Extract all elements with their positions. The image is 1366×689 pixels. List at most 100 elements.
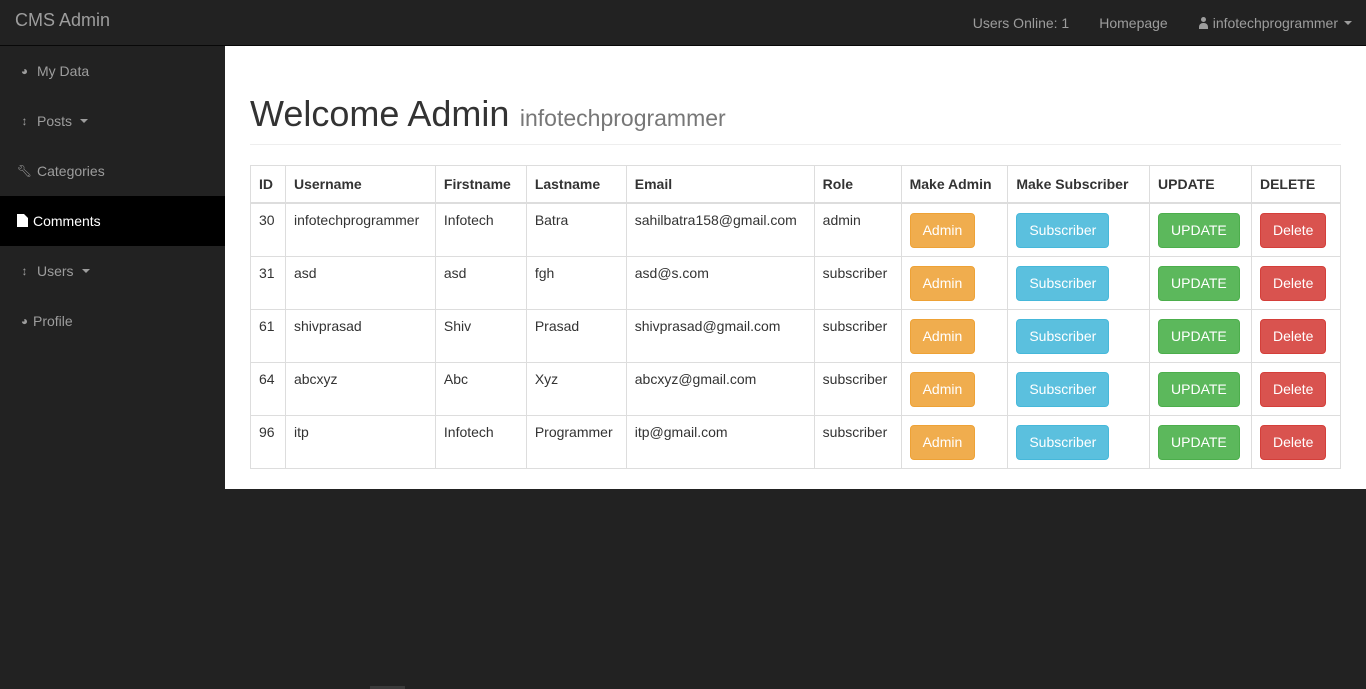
cell-role: subscriber (813, 308, 902, 363)
sidebar-item-categories[interactable]: 🔧︎ Categories (0, 146, 225, 196)
cell-lastname: Programmer (525, 414, 627, 469)
cell-update: UPDATE (1149, 308, 1252, 363)
table-row: 96 itp Infotech Programmer itp@gmail.com… (250, 414, 1342, 469)
user-icon (1198, 16, 1209, 29)
column-header-update: UPDATE (1149, 165, 1252, 204)
sidebar: ◕ My Data ↕ Posts 🔧︎ Categories Comments… (0, 46, 225, 346)
cell-username: shivprasad (284, 308, 436, 363)
cell-username: abcxyz (284, 361, 436, 416)
delete-button[interactable]: Delete (1259, 318, 1327, 354)
cell-firstname: Infotech (434, 414, 527, 469)
column-header-delete: DELETE (1250, 165, 1342, 204)
sidebar-item-label: Categories (37, 163, 105, 179)
cell-email: shivprasad@gmail.com (625, 308, 815, 363)
delete-button[interactable]: Delete (1259, 212, 1327, 248)
cell-username: infotechprogrammer (284, 202, 436, 257)
cell-username: itp (284, 414, 436, 469)
delete-button[interactable]: Delete (1259, 265, 1327, 301)
make-subscriber-button[interactable]: Subscriber (1016, 265, 1110, 301)
sidebar-item-users[interactable]: ↕ Users (0, 246, 225, 296)
cell-lastname: Prasad (525, 308, 627, 363)
update-button[interactable]: UPDATE (1158, 212, 1240, 248)
sidebar-item-my-data[interactable]: ◕ My Data (0, 46, 225, 96)
homepage-link[interactable]: Homepage (1084, 3, 1183, 43)
make-subscriber-button[interactable]: Subscriber (1016, 424, 1110, 460)
cell-role: subscriber (813, 361, 902, 416)
resize-vertical-icon: ↕ (21, 264, 28, 278)
cell-delete: Delete (1250, 308, 1342, 363)
cell-make-subscriber: Subscriber (1007, 255, 1151, 310)
dashboard-icon: ◕ (20, 314, 29, 328)
make-admin-button[interactable]: Admin (909, 371, 976, 407)
sidebar-item-label: Posts (37, 113, 73, 129)
cell-make-admin: Admin (900, 255, 1009, 310)
update-button[interactable]: UPDATE (1158, 318, 1240, 354)
users-online-indicator: Users Online: 1 (972, 14, 1070, 31)
cell-username: asd (284, 255, 436, 310)
cell-make-subscriber: Subscriber (1007, 361, 1151, 416)
file-icon (16, 213, 29, 229)
sidebar-item-label: Comments (33, 213, 101, 229)
cell-firstname: asd (434, 255, 527, 310)
column-header-make-admin: Make Admin (900, 165, 1009, 204)
table-row: 64 abcxyz Abc Xyz abcxyz@gmail.com subsc… (250, 361, 1342, 416)
cell-email: itp@gmail.com (625, 414, 815, 469)
delete-button[interactable]: Delete (1259, 424, 1327, 460)
column-header-lastname: Lastname (525, 165, 627, 204)
cell-lastname: Batra (525, 202, 627, 257)
update-button[interactable]: UPDATE (1158, 424, 1240, 460)
caret-down-icon (81, 269, 90, 273)
sidebar-item-profile[interactable]: ◕ Profile (0, 296, 225, 346)
file-icon-graphic (17, 213, 28, 227)
page-title: Welcome Admin (250, 93, 510, 134)
dashboard-icon: ◕ (20, 64, 29, 78)
cell-update: UPDATE (1149, 414, 1252, 469)
cell-id: 30 (250, 202, 286, 257)
cell-update: UPDATE (1149, 255, 1252, 310)
column-header-email: Email (625, 165, 815, 204)
cell-make-admin: Admin (900, 202, 1009, 257)
cell-role: admin (813, 202, 902, 257)
make-admin-button[interactable]: Admin (909, 212, 976, 248)
cell-role: subscriber (813, 255, 902, 310)
make-admin-button[interactable]: Admin (909, 424, 976, 460)
user-dropdown[interactable]: infotechprogrammer (1183, 3, 1366, 43)
column-header-id: ID (250, 165, 286, 204)
column-header-username: Username (284, 165, 436, 204)
table-row: 61 shivprasad Shiv Prasad shivprasad@gma… (250, 308, 1342, 363)
cell-lastname: Xyz (525, 361, 627, 416)
cell-update: UPDATE (1149, 361, 1252, 416)
main-content: Welcome Admin infotechprogrammer ID User… (225, 46, 1366, 489)
cell-lastname: fgh (525, 255, 627, 310)
column-header-make-subscriber: Make Subscriber (1007, 165, 1151, 204)
cell-make-subscriber: Subscriber (1007, 202, 1151, 257)
make-subscriber-button[interactable]: Subscriber (1016, 318, 1110, 354)
cell-make-subscriber: Subscriber (1007, 308, 1151, 363)
cell-id: 64 (250, 361, 286, 416)
cell-delete: Delete (1250, 202, 1342, 257)
update-button[interactable]: UPDATE (1158, 265, 1240, 301)
delete-button[interactable]: Delete (1259, 371, 1327, 407)
cell-make-subscriber: Subscriber (1007, 414, 1151, 469)
make-admin-button[interactable]: Admin (909, 318, 976, 354)
table-row: 30 infotechprogrammer Infotech Batra sah… (250, 202, 1342, 257)
sidebar-item-posts[interactable]: ↕ Posts (0, 96, 225, 146)
cell-firstname: Shiv (434, 308, 527, 363)
sidebar-item-comments[interactable]: Comments (0, 196, 225, 246)
caret-down-icon (1344, 20, 1352, 25)
cell-email: asd@s.com (625, 255, 815, 310)
brand-link[interactable]: CMS Admin (15, 10, 110, 31)
sidebar-item-label: Profile (33, 313, 73, 329)
cell-id: 31 (250, 255, 286, 310)
make-subscriber-button[interactable]: Subscriber (1016, 371, 1110, 407)
make-subscriber-button[interactable]: Subscriber (1016, 212, 1110, 248)
table-row: 31 asd asd fgh asd@s.com subscriber Admi… (250, 255, 1342, 310)
cell-id: 96 (250, 414, 286, 469)
update-button[interactable]: UPDATE (1158, 371, 1240, 407)
cell-email: abcxyz@gmail.com (625, 361, 815, 416)
table-header-row: ID Username Firstname Lastname Email Rol… (250, 165, 1342, 204)
sidebar-item-label: My Data (37, 63, 90, 79)
cell-delete: Delete (1250, 255, 1342, 310)
user-dropdown-label: infotechprogrammer (1212, 14, 1338, 31)
make-admin-button[interactable]: Admin (909, 265, 976, 301)
